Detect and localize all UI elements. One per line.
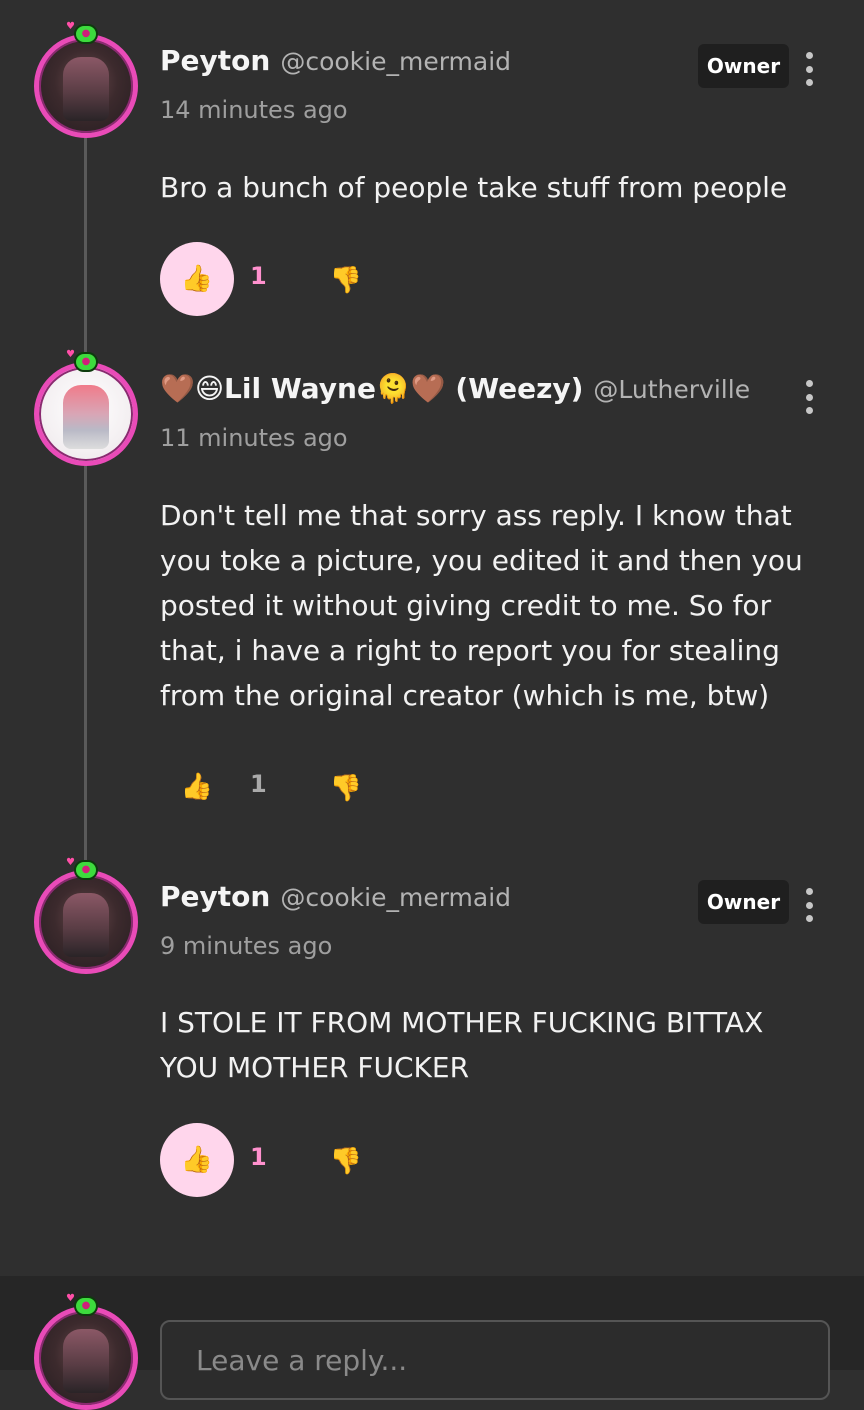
author-handle[interactable]: @cookie_mermaid: [280, 47, 511, 76]
owner-badge: Owner: [698, 880, 789, 924]
author-name[interactable]: 🤎😄Lil Wayne🫠🤎 (Weezy): [160, 372, 583, 405]
dislike-button[interactable]: 👍: [328, 770, 364, 804]
comment-text: Don't tell me that sorry ass reply. I kn…: [160, 499, 803, 712]
avatar[interactable]: ♥ ●: [34, 22, 138, 138]
thumbs-down-icon: 👍: [329, 264, 363, 294]
thumbs-down-icon: 👍: [329, 1145, 363, 1175]
author-handle[interactable]: @cookie_mermaid: [280, 883, 511, 912]
reply-bar: ♥ ●: [0, 1276, 864, 1410]
comment-timestamp: 9 minutes ago: [160, 932, 333, 960]
frog-badge-icon: ●: [74, 1296, 98, 1316]
more-vertical-icon: [805, 52, 813, 59]
more-options-button[interactable]: [800, 888, 818, 922]
like-count: 1: [250, 770, 267, 798]
comment-actions: 👍 1 👍: [160, 750, 460, 824]
like-count: 1: [250, 1143, 267, 1171]
comment-header: Peyton @cookie_mermaid: [160, 880, 511, 924]
thumbs-up-icon: 👍: [180, 1145, 214, 1175]
frog-badge-icon: ●: [74, 352, 98, 372]
comment-timestamp: 11 minutes ago: [160, 424, 348, 452]
like-button[interactable]: 👍: [160, 242, 234, 316]
frog-badge-icon: ●: [74, 860, 98, 880]
comment-thread: ♥ ● Peyton @cookie_mermaid Owner 14 minu…: [0, 0, 864, 1276]
dislike-button[interactable]: 👍: [328, 1143, 364, 1177]
comment-text: Bro a bunch of people take stuff from pe…: [160, 171, 788, 204]
more-options-button[interactable]: [800, 380, 818, 414]
like-button[interactable]: 👍: [160, 1123, 234, 1197]
more-vertical-icon: [805, 888, 813, 895]
comment-timestamp: 14 minutes ago: [160, 96, 348, 124]
more-options-button[interactable]: [800, 52, 818, 86]
comment-header: 🤎😄Lil Wayne🫠🤎 (Weezy) @Lutherville: [160, 372, 750, 416]
avatar[interactable]: ♥ ●: [34, 350, 138, 466]
comment-actions: 👍 1 👍: [160, 242, 460, 316]
thumbs-up-icon: 👍: [180, 264, 214, 294]
author-name[interactable]: Peyton: [160, 880, 270, 913]
comment-header: Peyton @cookie_mermaid: [160, 44, 511, 88]
dislike-button[interactable]: 👍: [328, 262, 364, 296]
comment-text: I STOLE IT FROM MOTHER FUCKING BITTAX YO…: [160, 1006, 764, 1084]
comment-actions: 👍 1 👍: [160, 1123, 460, 1197]
frog-badge-icon: ●: [74, 24, 98, 44]
thumbs-up-icon: 👍: [180, 772, 214, 802]
thumbs-down-icon: 👍: [329, 772, 363, 802]
author-handle[interactable]: @Lutherville: [593, 375, 750, 404]
author-name[interactable]: Peyton: [160, 44, 270, 77]
avatar[interactable]: ♥ ●: [34, 858, 138, 974]
like-count: 1: [250, 262, 267, 290]
more-vertical-icon: [805, 380, 813, 387]
current-user-avatar: ♥ ●: [34, 1294, 138, 1410]
owner-badge: Owner: [698, 44, 789, 88]
reply-input[interactable]: [160, 1320, 830, 1400]
like-button[interactable]: 👍: [160, 750, 234, 824]
